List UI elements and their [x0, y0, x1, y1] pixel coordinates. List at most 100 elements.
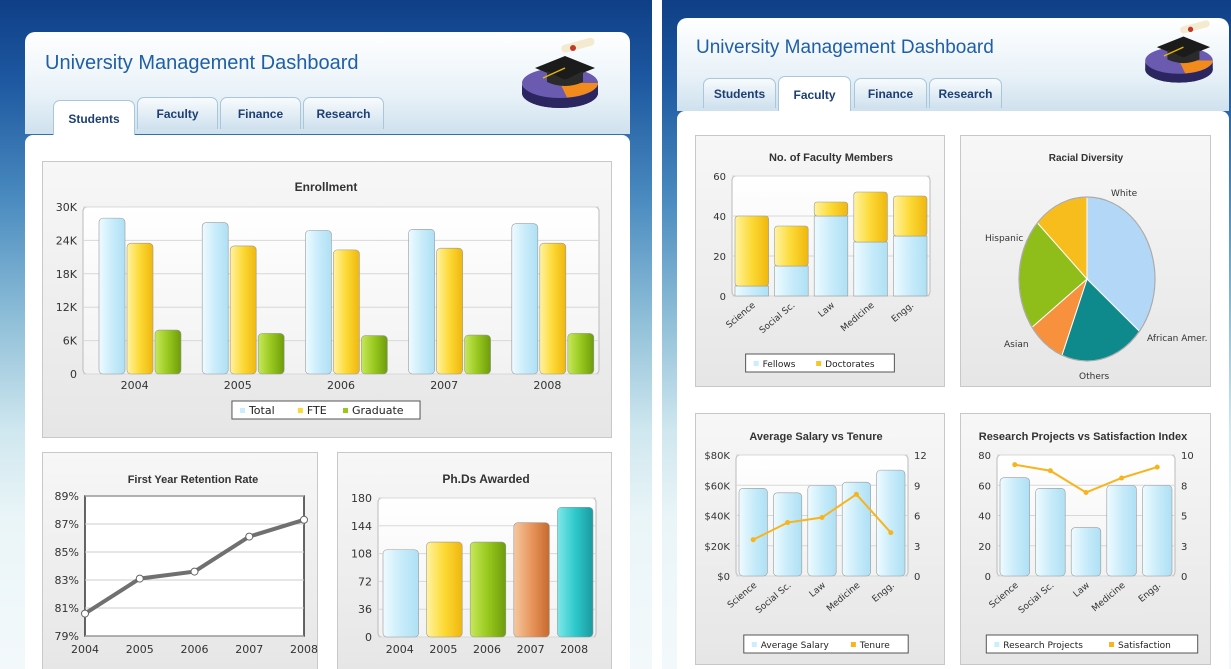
- y-tick-label: 40: [713, 212, 726, 223]
- y-tick-label: 20: [978, 542, 991, 553]
- y-tick-label: 0: [720, 292, 726, 303]
- x-tick-label: Medicine: [839, 300, 877, 334]
- tab-research[interactable]: Research: [303, 97, 384, 129]
- plot-area: [84, 495, 305, 637]
- chart-title: No. of Faculty Members: [769, 152, 893, 164]
- tab-students[interactable]: Students: [53, 100, 135, 136]
- enrollment-chart: Enrollment 0 6K 12K 18K 24K 30K 2004 2005 2006 200…: [56, 180, 600, 420]
- legend-swatch: [343, 408, 348, 413]
- data-point: [819, 515, 825, 521]
- enrollment-panel: Enrollment 0 6K 12K 18K 24K 30K 2004 2005 2006 200…: [42, 161, 612, 438]
- legend-swatch: [753, 361, 759, 366]
- legend-label: Graduate: [352, 404, 404, 417]
- phds-panel: Ph.Ds Awarded 0 36 72 108 144 180 2004 2005 2006 2…: [337, 452, 612, 669]
- data-point: [190, 567, 199, 576]
- y-tick-label: 144: [351, 520, 372, 533]
- bar-phds: [426, 541, 463, 638]
- bar-total: [408, 228, 435, 375]
- salary-panel: Average Salary vs Tenure $0 $20K $40K $60K $8…: [695, 413, 945, 665]
- bar-graduate: [464, 334, 491, 375]
- legend-label: Average Salary: [761, 641, 830, 651]
- bar-average-salary: [738, 487, 768, 577]
- pie-label: Hispanic: [985, 234, 1023, 244]
- y2-tick-label: 10: [1181, 451, 1194, 462]
- y-tick-label: 6K: [63, 335, 78, 348]
- legend-swatch: [1109, 642, 1115, 647]
- legend-label: FTE: [307, 404, 327, 417]
- pie-label: Others: [1079, 372, 1110, 382]
- x-tick-label: 2007: [430, 379, 458, 392]
- y-tick-label: 36: [358, 603, 372, 616]
- x-tick-label: Engg.: [890, 301, 916, 325]
- bar-fellows: [893, 235, 928, 297]
- legend-swatch: [297, 408, 303, 413]
- retention-panel: First Year Retention Rate 79% 81% 83% 85% 87%…: [42, 452, 318, 669]
- faculty-screen: University Management Dashboard Students…: [662, 0, 1231, 669]
- tab-faculty[interactable]: Faculty: [137, 97, 218, 129]
- data-point: [1083, 490, 1089, 496]
- bar-fte: [539, 242, 567, 375]
- bar-research-projects: [1070, 527, 1102, 577]
- tab-finance[interactable]: Finance: [220, 97, 301, 129]
- chart-title: Racial Diversity: [1049, 153, 1124, 164]
- y-tick-label: 0: [985, 572, 991, 583]
- x-tick-label: 2005: [224, 379, 252, 392]
- pie-label: White: [1111, 189, 1138, 199]
- tab-students[interactable]: Students: [703, 78, 776, 108]
- y-tick-label: 72: [358, 575, 372, 588]
- bar-phds: [382, 549, 419, 638]
- y-tick-label: 12K: [56, 301, 78, 314]
- x-tick-label: 2005: [429, 643, 457, 656]
- legend-label: Doctorates: [825, 360, 875, 370]
- bar-graduate: [567, 333, 595, 375]
- x-tick-label: Science: [726, 580, 760, 610]
- legend-label: Satisfaction: [1118, 641, 1171, 651]
- y-tick-label: 108: [351, 548, 372, 561]
- y-tick-label: 83%: [55, 574, 79, 587]
- x-tick-label: Engg.: [1137, 581, 1163, 605]
- bar-research-projects: [1106, 484, 1137, 577]
- data-point: [1012, 462, 1018, 468]
- y-tick-label: 0: [365, 631, 372, 644]
- x-tick-label: 2004: [121, 379, 149, 392]
- y-tick-label: 0: [70, 368, 77, 381]
- salary-chart: Average Salary vs Tenure $0 $20K $40K $60K $8…: [704, 431, 927, 654]
- data-point: [245, 532, 254, 541]
- y2-tick-label: 8: [1181, 481, 1187, 492]
- bar-total: [201, 222, 229, 375]
- y-tick-label: 85%: [55, 546, 79, 559]
- x-tick-label: 2006: [181, 643, 209, 656]
- legend-swatch: [816, 361, 822, 366]
- y-tick-label: 60: [978, 481, 991, 492]
- y2-tick-label: 9: [914, 481, 920, 492]
- diversity-panel: Racial Diversity White African Amer. Others…: [960, 135, 1211, 387]
- bar-average-salary: [807, 484, 837, 577]
- x-tick-label: 2008: [560, 643, 588, 656]
- y2-tick-label: 6: [914, 512, 920, 523]
- x-tick-label: 2004: [71, 643, 99, 656]
- data-point: [853, 491, 859, 497]
- data-point: [888, 530, 894, 536]
- tab-research[interactable]: Research: [929, 78, 1002, 108]
- legend-swatch: [751, 642, 757, 647]
- x-tick-label: Social Sc.: [1017, 581, 1056, 616]
- y-tick-label: 81%: [55, 602, 79, 615]
- data-point: [135, 574, 144, 583]
- data-point: [1047, 468, 1053, 474]
- bar-graduate: [154, 329, 182, 375]
- faculty-chart: No. of Faculty Members 0 20 40 60 Science Soci…: [713, 152, 931, 373]
- y-tick-label: $40K: [704, 512, 730, 523]
- y2-tick-label: 3: [1181, 542, 1187, 553]
- screen-divider: [652, 0, 662, 669]
- data-point: [300, 515, 308, 524]
- chart-title: Enrollment: [295, 180, 358, 194]
- tab-faculty[interactable]: Faculty: [778, 76, 851, 112]
- x-tick-label: 2006: [327, 379, 355, 392]
- bar-total: [511, 223, 539, 375]
- tab-finance[interactable]: Finance: [854, 78, 927, 108]
- data-point: [1119, 475, 1125, 481]
- y-tick-label: $0: [717, 572, 730, 583]
- phds-chart: Ph.Ds Awarded 0 36 72 108 144 180 2004 2005 2006 2…: [351, 472, 597, 656]
- y2-tick-label: 5: [1181, 512, 1187, 523]
- y-tick-label: 20: [713, 252, 726, 263]
